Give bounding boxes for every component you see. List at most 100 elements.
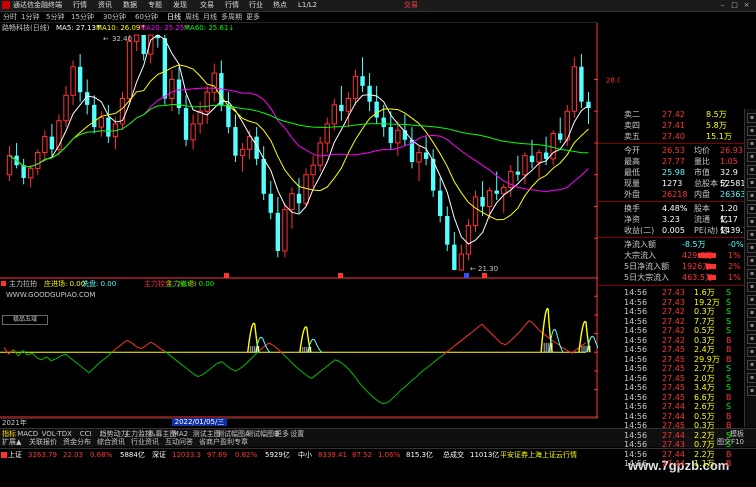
side-tool-icon[interactable]: ▪ [747,191,756,201]
period-1[interactable]: 1分钟 [20,12,40,22]
tick-volume: 0.5万 [694,326,715,335]
wave-segment [476,323,483,329]
period-5[interactable]: 60分钟 [134,12,159,22]
wave-segment [552,340,558,345]
indicator-box[interactable]: 极品五域 [2,315,48,325]
subtab-2[interactable]: 资金分布 [63,438,91,447]
tick-volume: 0.3万 [694,335,715,345]
period-0[interactable]: 分时 [2,12,18,22]
menu-trade[interactable]: 交易 [200,0,214,11]
quote-row: 换手 4.48% 股本 1.20亿 [598,203,744,224]
candle [70,60,76,105]
tick-time: 14:56 [624,459,648,468]
wave-segment [74,361,81,366]
side-tool-icon[interactable]: ▪ [747,295,756,305]
wave-segment [509,336,516,342]
wave-segment [405,380,412,387]
wave-segment [249,354,256,361]
menu-industry[interactable]: 行业 [249,0,263,11]
side-tool-icon[interactable]: ▪ [747,139,756,149]
tick-volume: 1.6万 [694,288,715,297]
side-tool-icon[interactable]: ▪ [747,152,756,162]
side-tool-icon[interactable]: ▪ [747,126,756,136]
indicator-v2: 洗盘: 0.00 [82,280,117,288]
menu-topics[interactable]: 专题 [148,0,162,11]
wave-segment [3,347,10,355]
side-tool-icon[interactable]: ▪ [747,334,756,344]
side-tool-icon[interactable]: ▪ [747,269,756,279]
candle-body [352,75,359,100]
maximize-icon[interactable]: □ [730,1,739,9]
side-tool-icon[interactable]: ▪ [747,204,756,214]
sz-name[interactable]: 深证 [152,449,166,461]
side-tool-icon[interactable]: ▪ [747,360,756,370]
menu-market[interactable]: 行情 [225,0,239,11]
period-8[interactable]: 月线 [202,12,218,22]
period-9[interactable]: 多周期 [220,12,243,22]
candle [56,114,62,156]
tick-time: 14:56 [624,440,648,449]
event-marker-icon[interactable] [338,273,343,278]
zx-name[interactable]: 中小 [298,449,312,461]
side-tool-icon[interactable]: ▪ [747,386,756,396]
side-tool-icon[interactable]: ▪ [747,282,756,292]
event-marker-icon[interactable] [464,273,469,278]
side-tool-icon[interactable]: ▪ [747,230,756,240]
period-10[interactable]: 更多 [245,12,261,22]
subtab-0[interactable]: 扩展▲ [2,438,21,447]
menu-hot[interactable]: 热点 [273,0,287,11]
side-tool-icon[interactable]: ▪ [747,165,756,175]
side-tool-icon[interactable]: ▪ [747,347,756,357]
subtab-5[interactable]: 互动问答 [165,438,193,447]
close-icon[interactable]: × [742,1,751,9]
side-tool-icon[interactable]: ▪ [747,217,756,227]
side-tool-icon[interactable]: ▪ [747,308,756,318]
tick-side: S [726,440,732,449]
zx-change: 87.52 [352,451,373,459]
candle-body [543,152,549,159]
menu-l1l2[interactable]: L1/L2 [298,0,317,11]
quote-label: 净流入额 [624,240,656,249]
trade-label[interactable]: 交易 [404,0,418,11]
event-marker-icon[interactable] [224,273,229,278]
subtab-4[interactable]: 行业资讯 [131,438,159,447]
menu-data[interactable]: 数据 [123,0,137,11]
wave-segment [32,352,38,359]
wave-segment [396,389,402,395]
subtab-3[interactable]: 综合资讯 [97,438,125,447]
candle [92,95,97,134]
sh-up-icon [1,452,7,458]
menu-discover[interactable]: 发现 [173,0,187,11]
side-tool-icon[interactable]: ▪ [747,256,756,266]
tick-row: 14:56 27.42 0.3万 S [598,307,744,317]
side-tool-icon[interactable]: ▪ [747,321,756,331]
period-3[interactable]: 15分钟 [70,12,95,22]
tick-side: S [726,364,732,373]
candle-body [233,127,238,156]
tick-price: 27.43 [662,297,685,307]
side-tool-icon[interactable]: ▪ [747,178,756,188]
period-7[interactable]: 周线 [184,12,200,22]
subtab-1[interactable]: 关联报价 [29,438,57,447]
subtab-6[interactable]: 省商户盈利专章 [199,438,248,447]
sh-name[interactable]: 上证 [8,449,22,461]
event-marker-icon[interactable] [482,273,487,278]
minimize-icon[interactable]: – [718,1,727,9]
period-6[interactable]: 日线 [166,12,182,22]
period-4[interactable]: 30分钟 [102,12,127,22]
candle [445,206,450,251]
period-2[interactable]: 5分钟 [45,12,65,22]
side-tool-icon[interactable]: ▪ [747,113,756,123]
candle [310,155,316,188]
indicator-name[interactable]: 主力拉拍 [9,279,37,289]
side-tool-icon[interactable]: ▪ [747,243,756,253]
menu-news[interactable]: 资讯 [98,0,112,11]
candle [261,146,266,201]
wave-segment [150,341,156,346]
candle-body [282,209,288,252]
quote-label: 卖五 [624,132,640,141]
quote-label: 今开 [624,146,640,155]
chart-area[interactable]: 32.4021.30←←28.0027.0026.0025.0024.0023.… [0,23,620,418]
menu-quotes[interactable]: 行情 [73,0,87,11]
side-tool-icon[interactable]: ▪ [747,373,756,383]
